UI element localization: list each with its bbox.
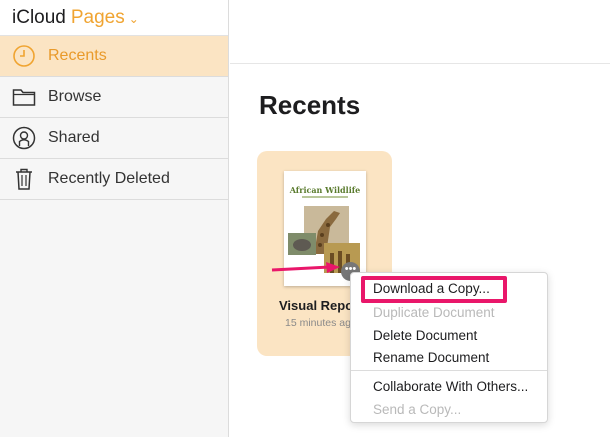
sidebar-item-shared[interactable]: Shared	[0, 118, 228, 159]
sidebar-item-recently-deleted[interactable]: Recently Deleted	[0, 159, 228, 200]
page-title: Recents	[259, 90, 361, 120]
chevron-down-icon: ⌄	[128, 11, 139, 26]
app-name: Pages	[70, 6, 125, 28]
sidebar-item-browse[interactable]: Browse	[0, 77, 228, 118]
document-name[interactable]: Visual Repo	[279, 298, 353, 313]
folder-icon	[12, 85, 36, 109]
sidebar-item-recents[interactable]: Recents	[0, 36, 228, 77]
menu-item-collaborate[interactable]: Collaborate With Others...	[373, 379, 528, 394]
thumbnail-subtitle-line	[302, 196, 348, 198]
sidebar: iCloud Pages ⌄ Recents Browse Shared Rec…	[0, 0, 229, 437]
clock-icon	[12, 44, 36, 68]
toolbar	[230, 0, 610, 64]
menu-divider	[351, 370, 547, 371]
menu-item-send-copy: Send a Copy...	[373, 402, 462, 417]
menu-item-download-copy[interactable]: Download a Copy...	[373, 281, 490, 296]
shared-person-icon	[12, 126, 36, 150]
trash-icon	[12, 167, 36, 191]
sidebar-item-label: Shared	[48, 129, 100, 146]
menu-item-rename-document[interactable]: Rename Document	[373, 350, 489, 365]
sidebar-item-label: Recents	[48, 47, 107, 64]
icloud-label: iCloud	[12, 6, 66, 28]
document-modified-time: 15 minutes ag	[285, 317, 351, 329]
app-switcher[interactable]: iCloud Pages ⌄	[0, 0, 228, 36]
sidebar-item-label: Browse	[48, 88, 102, 105]
arrow-annotation-icon	[271, 262, 340, 273]
menu-item-duplicate-document: Duplicate Document	[373, 305, 495, 320]
sidebar-item-label: Recently Deleted	[48, 170, 170, 187]
document-context-menu: Download a Copy... Duplicate Document De…	[350, 272, 548, 423]
main-content: Recents African Wildlife Visual Repo 15 …	[230, 0, 610, 437]
menu-item-delete-document[interactable]: Delete Document	[373, 328, 477, 343]
thumbnail-title: African Wildlife	[289, 185, 361, 195]
